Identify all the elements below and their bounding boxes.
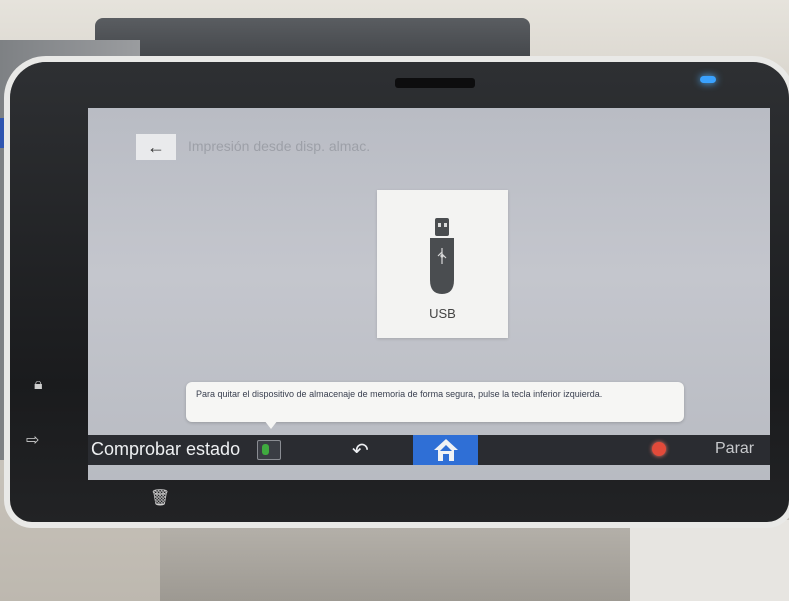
check-status-button[interactable]: Comprobar estado xyxy=(91,439,240,460)
home-button[interactable] xyxy=(413,435,478,465)
stop-icon[interactable] xyxy=(652,442,666,456)
tooltip-pointer xyxy=(264,420,278,429)
desk-surface xyxy=(630,520,789,601)
touch-screen: ← Impresión desde disp. almac. USB Para … xyxy=(88,108,770,480)
stop-button[interactable]: Parar xyxy=(715,440,754,458)
page-title: Impresión desde disp. almac. xyxy=(188,138,371,154)
panel-stand xyxy=(160,520,630,601)
login-icon[interactable]: ⇨ xyxy=(26,430,39,450)
removal-hint-tooltip: Para quitar el dispositivo de almacenaje… xyxy=(186,382,684,422)
system-bottom-bar: Comprobar estado ↶ Parar xyxy=(88,435,770,465)
back-nav-icon[interactable]: ↶ xyxy=(352,438,369,463)
trash-icon[interactable]: 🗑︎ xyxy=(150,488,170,508)
usb-source-button[interactable]: USB xyxy=(377,190,508,338)
usb-label: USB xyxy=(429,306,456,321)
camera-sensor xyxy=(395,78,475,88)
storage-status-icon[interactable] xyxy=(257,440,281,460)
usb-drive-icon xyxy=(430,218,454,294)
power-led-icon xyxy=(700,76,716,83)
arrow-left-icon: ← xyxy=(147,137,165,157)
home-icon xyxy=(433,439,458,461)
back-button[interactable]: ← xyxy=(136,134,176,160)
tooltip-text: Para quitar el dispositivo de almacenaje… xyxy=(196,389,603,399)
lock-icon[interactable]: 🔒︎ xyxy=(34,376,43,394)
